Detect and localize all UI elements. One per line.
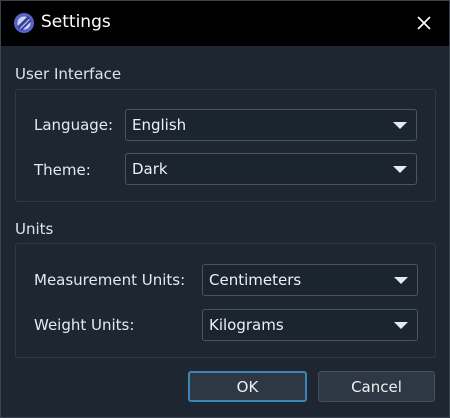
units-heading: Units bbox=[15, 220, 54, 238]
measurement-units-value: Centimeters bbox=[209, 271, 302, 289]
theme-select[interactable]: Dark bbox=[125, 153, 417, 185]
user-interface-group bbox=[15, 89, 436, 202]
chevron-down-icon bbox=[393, 166, 407, 173]
weight-units-select[interactable]: Kilograms bbox=[202, 309, 418, 341]
language-label: Language: bbox=[34, 116, 114, 134]
settings-app-icon bbox=[14, 13, 34, 33]
title-bar[interactable]: Settings bbox=[1, 1, 449, 46]
close-icon bbox=[417, 16, 431, 30]
weight-units-label: Weight Units: bbox=[34, 316, 135, 334]
close-button[interactable] bbox=[407, 7, 441, 39]
measurement-units-label: Measurement Units: bbox=[34, 271, 186, 289]
chevron-down-icon bbox=[393, 122, 407, 129]
language-select[interactable]: English bbox=[125, 109, 417, 141]
settings-dialog: Settings User Interface Language: Englis… bbox=[0, 0, 450, 418]
window-title: Settings bbox=[41, 12, 111, 32]
chevron-down-icon bbox=[394, 277, 408, 284]
user-interface-heading: User Interface bbox=[15, 65, 122, 83]
measurement-units-select[interactable]: Centimeters bbox=[202, 264, 418, 296]
weight-units-value: Kilograms bbox=[209, 316, 284, 334]
chevron-down-icon bbox=[394, 322, 408, 329]
theme-label: Theme: bbox=[34, 161, 91, 179]
ok-button[interactable]: OK bbox=[188, 371, 307, 402]
language-value: English bbox=[132, 116, 187, 134]
theme-value: Dark bbox=[132, 160, 168, 178]
cancel-button[interactable]: Cancel bbox=[318, 371, 435, 402]
